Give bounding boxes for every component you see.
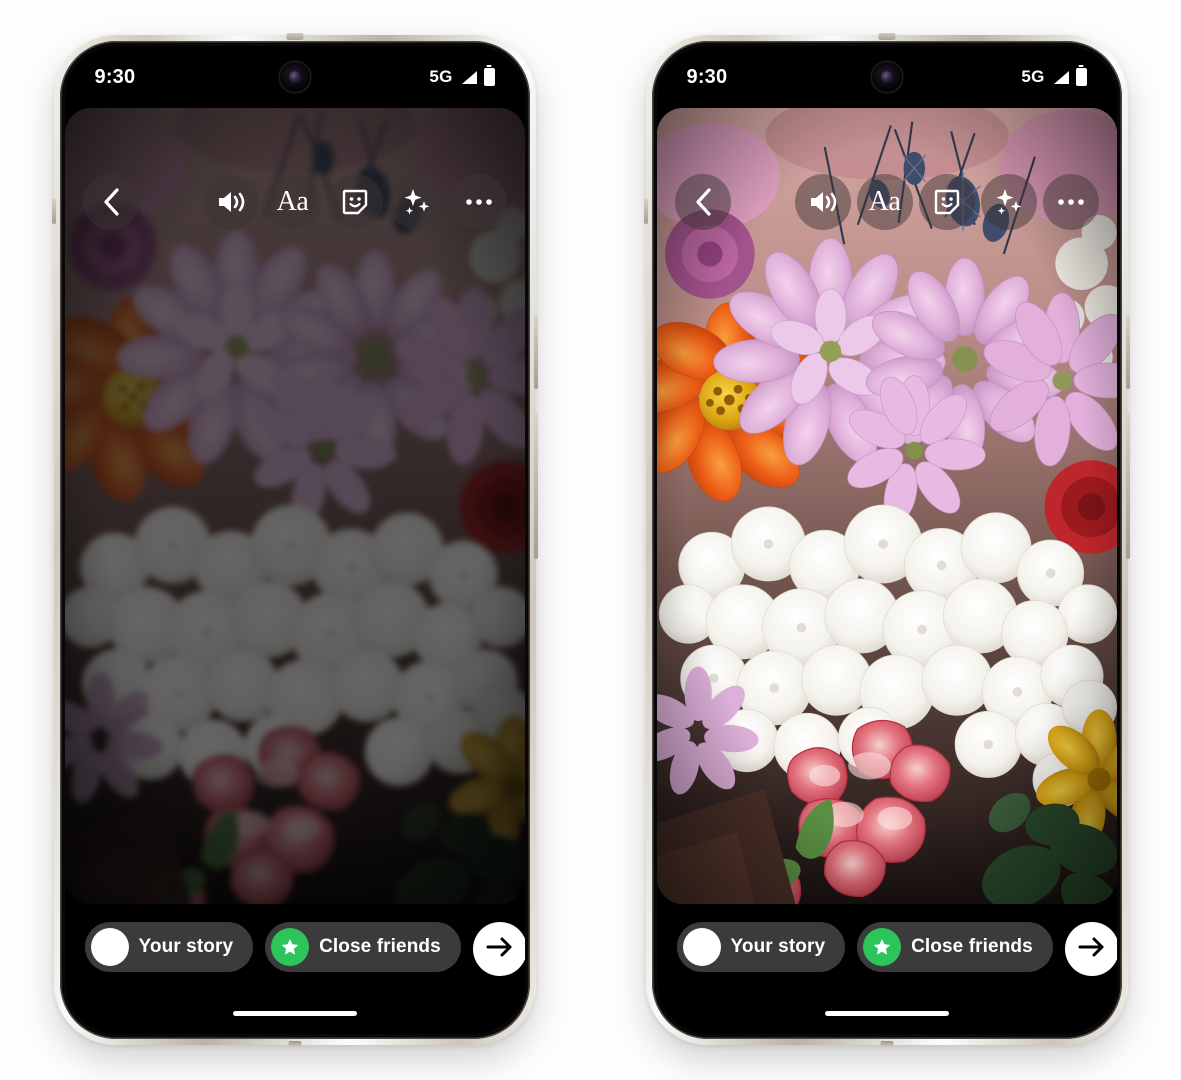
close-friends-label: Close friends (911, 936, 1033, 957)
status-time: 9:30 (686, 65, 728, 88)
chevron-left-icon (693, 187, 713, 217)
sound-button[interactable] (794, 174, 851, 230)
green-star-icon (271, 928, 310, 966)
phone-bezel-right: Aa 9:30 5G Your story Close friends (651, 41, 1122, 1039)
network-label: 5G (1021, 67, 1045, 86)
sticker-button[interactable] (326, 174, 383, 230)
bottom-port-nub (288, 1041, 301, 1047)
status-time: 9:30 (94, 65, 136, 88)
your-story-label: Your story (730, 936, 826, 957)
more-dots-icon (1057, 198, 1085, 206)
back-button[interactable] (82, 174, 139, 230)
text-aa-icon: Aa (868, 186, 901, 217)
phone-bezel-left: Aa 9:30 5G Your story Close friends (59, 41, 530, 1039)
sparkles-effects-icon (994, 187, 1024, 217)
text-button[interactable]: Aa (856, 174, 913, 230)
toolbar-actions: Aa (202, 174, 507, 230)
earpiece-speaker-icon (286, 33, 303, 40)
user-avatar (90, 928, 129, 966)
story-photo-canvas-left[interactable]: Aa (64, 108, 525, 904)
signal-bars-icon (459, 70, 478, 85)
signal-bars-icon (1051, 70, 1070, 85)
battery-full-icon (483, 68, 495, 86)
close-friends-label: Close friends (319, 936, 441, 957)
power-button[interactable] (533, 413, 538, 559)
phone-mockup-right: Aa 9:30 5G Your story Close friends (643, 33, 1130, 1047)
bottom-port-nub (880, 1041, 893, 1047)
share-bar-right: Your story Close friends (656, 904, 1117, 1034)
your-story-button[interactable]: Your story (676, 922, 846, 972)
more-button[interactable] (1042, 174, 1099, 230)
close-friends-button[interactable]: Close friends (857, 922, 1053, 972)
more-button[interactable] (450, 174, 507, 230)
close-friends-button[interactable]: Close friends (265, 922, 461, 972)
sticker-smiley-icon (341, 188, 369, 216)
next-button[interactable] (472, 922, 525, 976)
home-indicator[interactable] (824, 1011, 949, 1016)
network-label: 5G (429, 67, 453, 86)
volume-rocker-button[interactable] (1125, 315, 1130, 389)
chevron-left-icon (101, 187, 121, 217)
front-camera-punchhole (871, 62, 902, 92)
effects-button[interactable] (388, 174, 445, 230)
sticker-button[interactable] (918, 174, 975, 230)
story-photo-canvas-right[interactable]: Aa (656, 108, 1117, 904)
green-star-icon (863, 928, 902, 966)
side-button-left[interactable] (51, 198, 56, 224)
front-camera-punchhole (279, 62, 310, 92)
next-button[interactable] (1064, 922, 1117, 976)
battery-full-icon (1075, 68, 1087, 86)
phone-screen-left: Aa 9:30 5G Your story Close friends (64, 46, 525, 1034)
sticker-smiley-icon (933, 188, 961, 216)
arrow-right-icon (1078, 936, 1106, 963)
your-story-label: Your story (138, 936, 234, 957)
volume-rocker-button[interactable] (533, 315, 538, 389)
volume-on-icon (216, 189, 246, 215)
your-story-button[interactable]: Your story (84, 922, 254, 972)
text-aa-icon: Aa (276, 186, 309, 217)
arrow-right-icon (486, 936, 514, 963)
text-button[interactable]: Aa (264, 174, 321, 230)
home-indicator[interactable] (232, 1011, 357, 1016)
power-button[interactable] (1125, 413, 1130, 559)
sparkles-effects-icon (402, 187, 432, 217)
status-indicators: 5G (429, 67, 495, 87)
more-dots-icon (465, 198, 493, 206)
sound-button[interactable] (202, 174, 259, 230)
phone-screen-right: Aa 9:30 5G Your story Close friends (656, 46, 1117, 1034)
share-bar-left: Your story Close friends (64, 904, 525, 1034)
side-button-left[interactable] (643, 198, 648, 224)
story-toolbar-right: Aa (657, 174, 1117, 230)
phone-mockup-left: Aa 9:30 5G Your story Close friends (51, 33, 538, 1047)
toolbar-actions: Aa (794, 174, 1099, 230)
phone-comparison-stage: Aa 9:30 5G Your story Close friends Aa 9… (0, 0, 1181, 1080)
status-indicators: 5G (1021, 67, 1087, 87)
story-toolbar-left: Aa (65, 174, 525, 230)
effects-button[interactable] (980, 174, 1037, 230)
user-avatar (682, 928, 721, 966)
volume-on-icon (808, 189, 838, 215)
back-button[interactable] (674, 174, 731, 230)
earpiece-speaker-icon (878, 33, 895, 40)
